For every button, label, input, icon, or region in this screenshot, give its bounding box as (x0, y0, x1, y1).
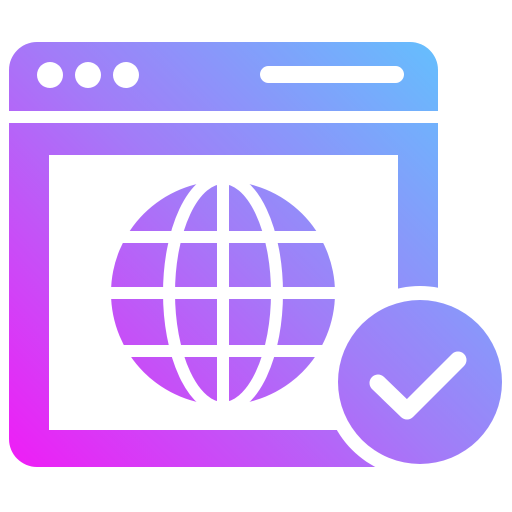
verified-website-icon-svg (9, 42, 502, 467)
address-bar-icon (260, 66, 404, 83)
verified-website-icon (0, 0, 512, 512)
window-control-dots-icon (37, 62, 139, 88)
checkmark-badge-icon (338, 300, 502, 464)
